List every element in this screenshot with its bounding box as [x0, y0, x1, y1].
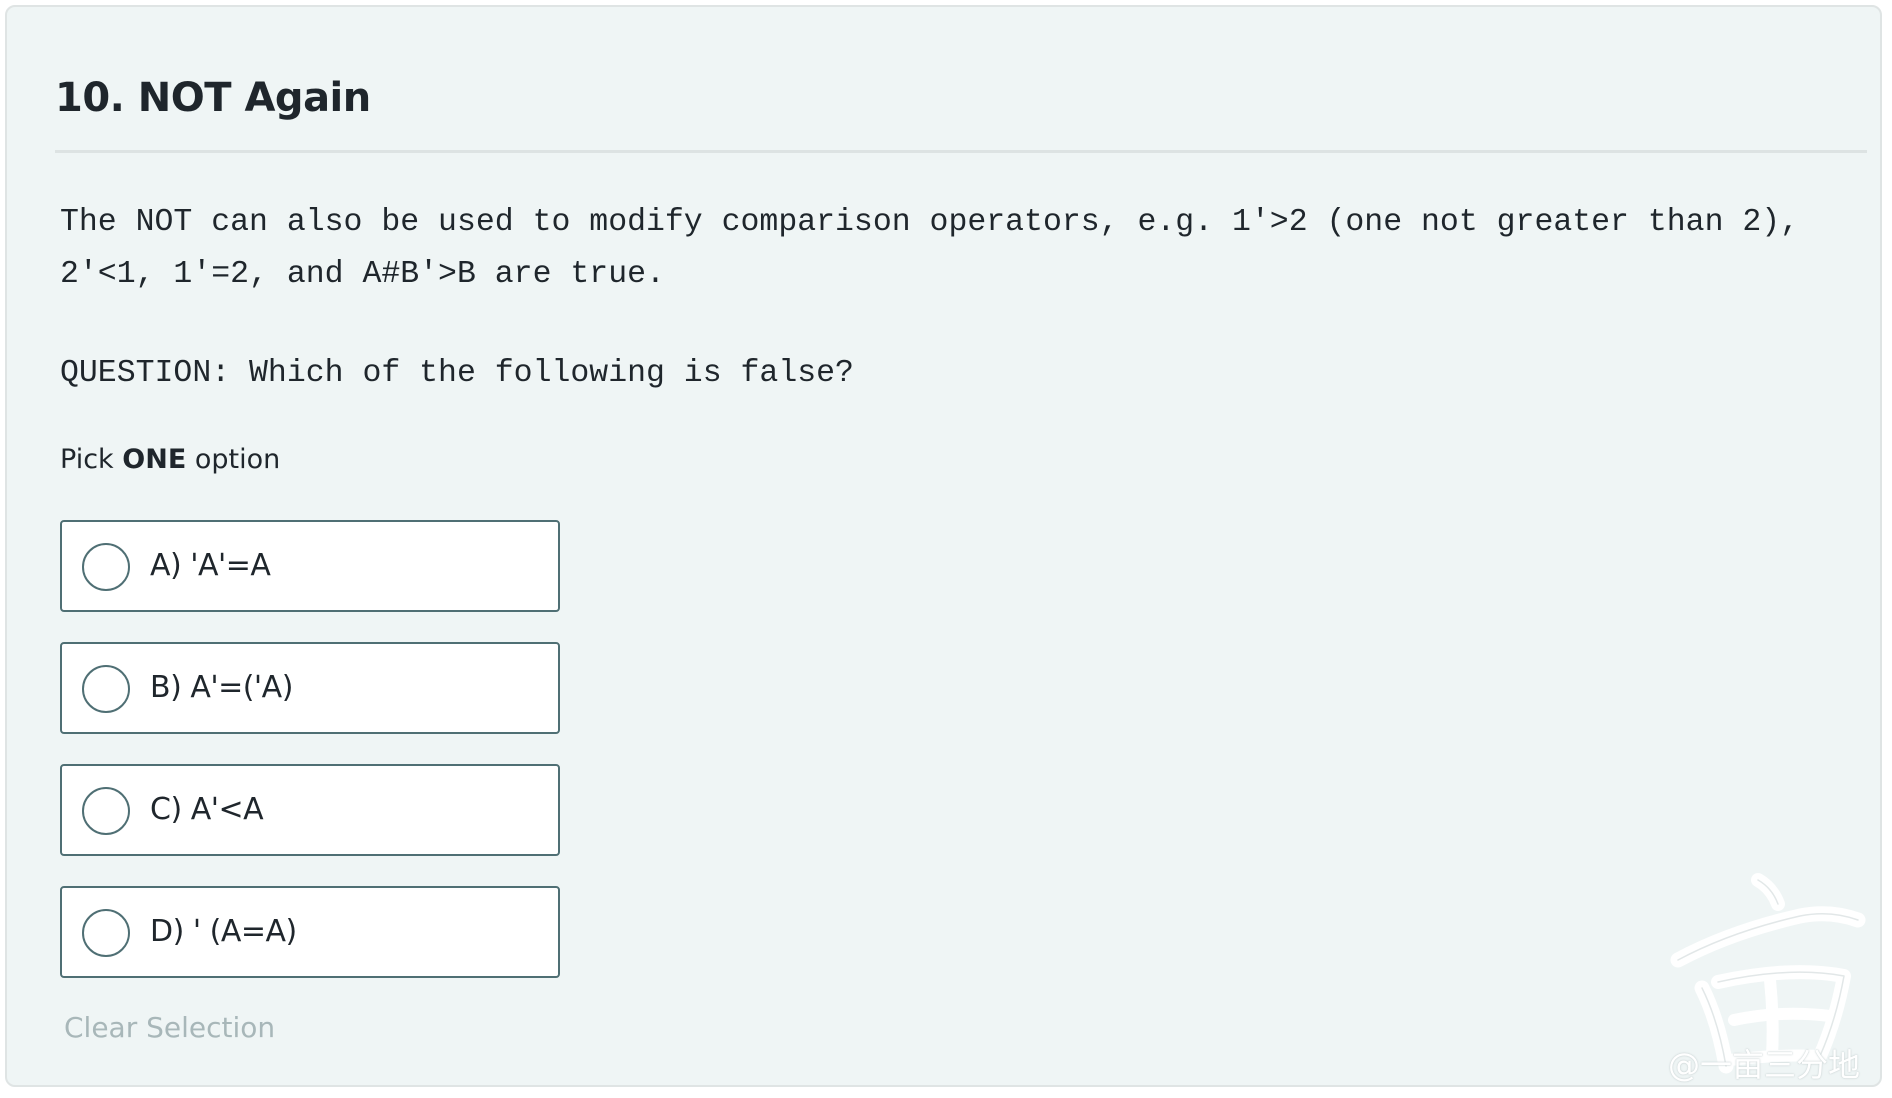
pick-suffix: option [186, 444, 281, 475]
pick-emphasis: ONE [122, 444, 187, 475]
radio-circle-icon[interactable] [82, 909, 130, 957]
option-b[interactable]: B) A'=('A) [60, 642, 560, 734]
option-label: C) A'<A [150, 792, 264, 827]
radio-circle-icon[interactable] [82, 665, 130, 713]
option-d[interactable]: D) ' (A=A) [60, 886, 560, 978]
option-label: A) 'A'=A [150, 548, 271, 583]
option-label: D) ' (A=A) [150, 914, 297, 949]
question-prompt: QUESTION: Which of the following is fals… [60, 356, 854, 391]
pick-prefix: Pick [60, 444, 123, 475]
option-label: B) A'=('A) [150, 670, 293, 705]
pick-instructions: Pick ONE option [60, 440, 280, 480]
question-title: 10. NOT Again [55, 75, 371, 121]
option-a[interactable]: A) 'A'=A [60, 520, 560, 612]
radio-circle-icon[interactable] [82, 787, 130, 835]
watermark-text: @一亩三分地 [1668, 1046, 1861, 1084]
option-c[interactable]: C) A'<A [60, 764, 560, 856]
statement-line-1: The NOT can also be used to modify compa… [60, 205, 1800, 240]
question-statement: The NOT can also be used to modify compa… [60, 197, 1870, 301]
radio-circle-icon[interactable] [82, 543, 130, 591]
statement-line-2: 2'<1, 1'=2, and A#B'>B are true. [60, 257, 665, 292]
title-divider [55, 150, 1867, 153]
clear-selection-link[interactable]: Clear Selection [64, 1008, 275, 1048]
